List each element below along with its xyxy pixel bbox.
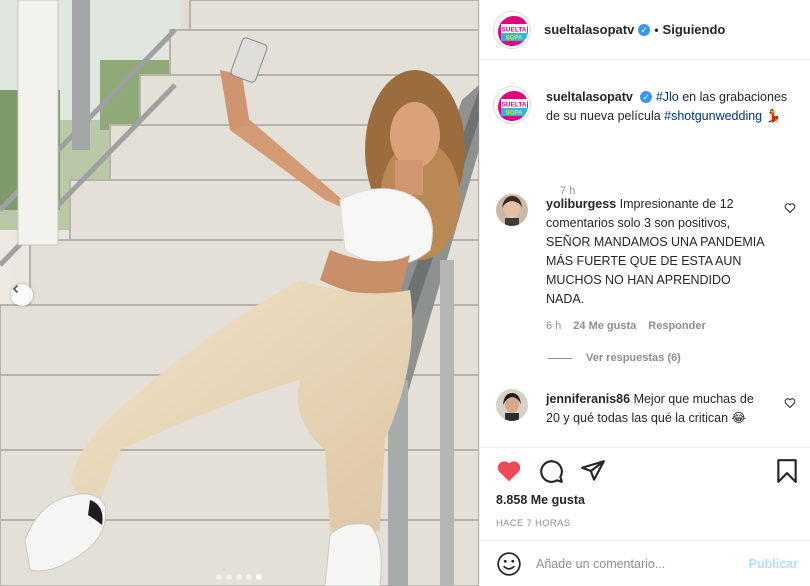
- bookmark-icon[interactable]: [774, 458, 800, 484]
- suelta-la-sopa-logo-icon: SUELTA SOPA: [496, 89, 528, 121]
- avatar-photo: [496, 194, 528, 226]
- author-avatar[interactable]: SUELTA SOPA: [494, 11, 530, 48]
- carousel-indicator: [216, 574, 262, 580]
- comment-text: jenniferanis86 Mejor que muchas de 20 y …: [546, 390, 771, 428]
- action-icons: [496, 458, 606, 484]
- carousel-prev-button[interactable]: [11, 284, 33, 306]
- dancer-emoji: 💃: [765, 109, 782, 123]
- comment-likes[interactable]: 24 Me gusta: [573, 320, 636, 332]
- post-sidebar: SUELTA SOPA sueltalasopatv ✓ • Siguiendo…: [479, 0, 810, 586]
- post-timestamp[interactable]: HACE 7 HORAS: [496, 518, 570, 529]
- comments-section: SUELTA SOPA sueltalasopatv ✓ #Jlo en las…: [480, 61, 810, 447]
- comment-meta: 6 h 24 Me gusta Responder: [546, 320, 706, 332]
- share-icon[interactable]: [580, 458, 606, 484]
- comment-input[interactable]: [536, 557, 736, 571]
- carousel-dot: [246, 574, 252, 580]
- commenter-username[interactable]: jenniferanis86: [546, 392, 630, 406]
- view-replies-button[interactable]: Ver respuestas (6): [548, 352, 681, 364]
- svg-text:SUELTA: SUELTA: [501, 26, 526, 33]
- header-separator: •: [654, 22, 659, 37]
- following-button[interactable]: Siguiendo: [663, 22, 726, 37]
- caption-username[interactable]: sueltalasopatv: [546, 90, 633, 104]
- caption-avatar[interactable]: SUELTA SOPA: [494, 87, 530, 123]
- view-replies-label: Ver respuestas (6): [586, 352, 681, 364]
- publish-button[interactable]: Publicar: [749, 557, 798, 571]
- svg-text:SUELTA: SUELTA: [501, 102, 526, 109]
- carousel-dot: [236, 574, 242, 580]
- replies-divider: [548, 357, 572, 359]
- svg-text:SOPA: SOPA: [506, 35, 523, 41]
- heart-filled-icon[interactable]: [496, 458, 522, 484]
- comment-body: Impresionante de 12 comentarios solo 3 s…: [546, 197, 764, 306]
- chevron-left-icon: [12, 284, 19, 294]
- post-actions: 8.858 Me gusta HACE 7 HORAS Publicar: [480, 447, 810, 586]
- reply-button[interactable]: Responder: [648, 320, 705, 332]
- comment-text: yoliburgess Impresionante de 12 comentar…: [546, 195, 771, 309]
- emoji-smiley-icon[interactable]: [496, 551, 522, 577]
- svg-text:SOPA: SOPA: [506, 111, 523, 117]
- comment-icon[interactable]: [538, 458, 564, 484]
- caption-text: sueltalasopatv ✓ #Jlo en las grabaciones…: [546, 88, 796, 126]
- post-photo: [0, 0, 479, 586]
- verified-badge-icon: ✓: [640, 91, 653, 103]
- laughing-emoji: 😂: [731, 411, 747, 425]
- avatar-photo: [496, 389, 528, 421]
- hashtag-link[interactable]: #shotgunwedding: [664, 109, 762, 123]
- author-username[interactable]: sueltalasopatv: [544, 22, 634, 37]
- carousel-dot: [216, 574, 222, 580]
- suelta-la-sopa-logo-icon: SUELTA SOPA: [496, 13, 528, 46]
- likes-count[interactable]: 8.858 Me gusta: [496, 493, 585, 507]
- heart-outline-icon[interactable]: [784, 397, 796, 409]
- verified-badge-icon: ✓: [638, 23, 651, 36]
- post-header: SUELTA SOPA sueltalasopatv ✓ • Siguiendo: [480, 0, 810, 60]
- photo-illustration: [0, 0, 479, 586]
- commenter-avatar[interactable]: [496, 194, 528, 226]
- commenter-avatar[interactable]: [496, 389, 528, 421]
- add-comment-bar: Publicar: [480, 540, 810, 586]
- carousel-dot-active: [256, 574, 262, 580]
- comment-time[interactable]: 6 h: [546, 320, 561, 332]
- commenter-username[interactable]: yoliburgess: [546, 197, 616, 211]
- hashtag-link[interactable]: #Jlo: [656, 90, 679, 104]
- carousel-dot: [226, 574, 232, 580]
- heart-outline-icon[interactable]: [784, 202, 796, 214]
